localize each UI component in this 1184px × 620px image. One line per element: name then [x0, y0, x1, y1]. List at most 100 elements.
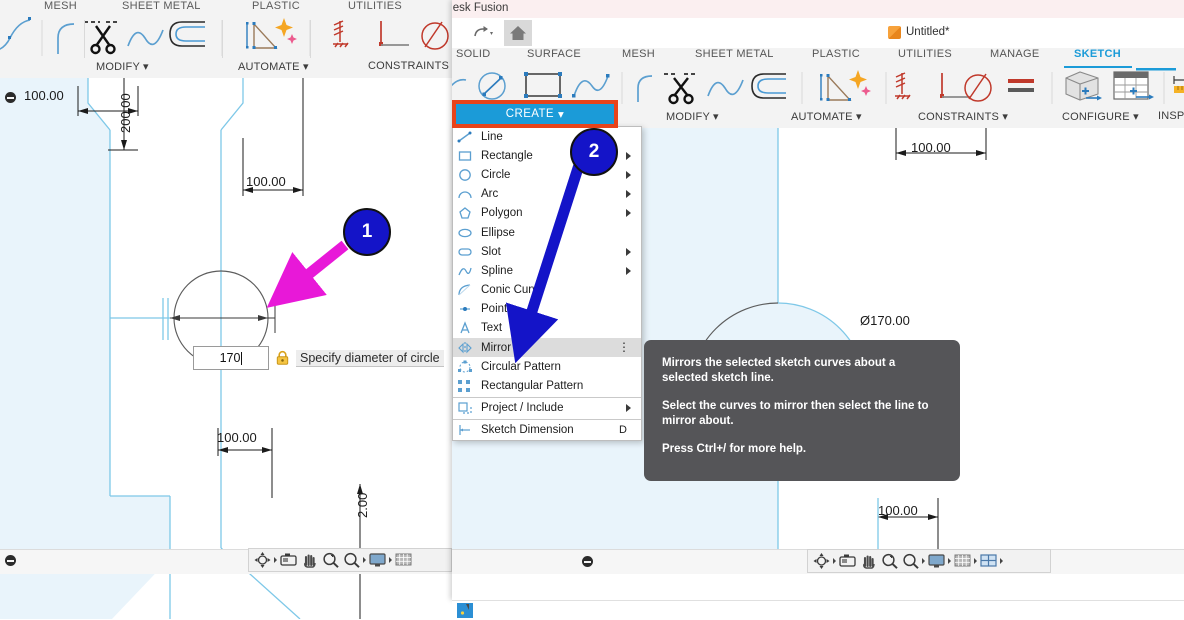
submenu-arrow-icon	[626, 151, 631, 160]
overflow-menu-icon[interactable]: ⋮	[618, 341, 630, 353]
display-settings-icon[interactable]	[368, 551, 387, 569]
panel-modify[interactable]: MODIFY ▾	[666, 110, 719, 123]
panel-constraints[interactable]: CONSTRAINTS ▾	[918, 110, 1008, 123]
orbit-dropdown-icon[interactable]	[274, 557, 277, 563]
quick-access-toolbar[interactable]: Untitled*	[452, 18, 1184, 49]
viewports-dropdown-icon[interactable]	[1000, 558, 1003, 564]
display-dropdown-icon[interactable]	[948, 558, 951, 564]
arc-icon	[457, 187, 473, 201]
dimension-hint-text: Specify diameter of circle	[296, 349, 444, 367]
zoom-window-icon[interactable]	[321, 551, 340, 569]
menu-item-label: Point	[481, 303, 508, 316]
menu-item-rectangular-pattern[interactable]: Rectangular Pattern	[453, 376, 641, 395]
chevron-down-icon: ▾	[143, 61, 149, 73]
dimension-label: 100.00	[878, 503, 918, 518]
orbit-icon[interactable]	[812, 552, 831, 570]
menu-item-arc[interactable]: Arc	[453, 185, 641, 204]
window-title: odesk Fusion	[452, 2, 509, 14]
rectangle-icon	[457, 149, 473, 163]
viewports-icon[interactable]	[979, 552, 998, 570]
camera-icon[interactable]	[838, 552, 857, 570]
panel-automate[interactable]: AUTOMATE ▾	[791, 110, 862, 123]
tab-manage[interactable]: MANAGE	[990, 48, 1039, 68]
background-fusion-window[interactable]: MESH SHEET METAL PLASTIC UTILITIES MODIF…	[0, 0, 452, 619]
pan-icon[interactable]	[859, 552, 878, 570]
tab-surface[interactable]: SURFACE	[527, 48, 581, 68]
menu-item-label: Text	[481, 322, 503, 335]
back-tab-plastic[interactable]: PLASTIC	[252, 0, 300, 12]
zoom-dropdown-icon[interactable]	[363, 557, 366, 563]
tooltip-line-1: Mirrors the selected sketch curves about…	[662, 357, 896, 384]
tab-sketch[interactable]: SKETCH	[1074, 48, 1121, 68]
chevron-down-icon: ▾	[558, 109, 565, 121]
project-include-icon	[457, 401, 473, 415]
grid-dropdown-icon[interactable]	[974, 558, 977, 564]
submenu-arrow-icon	[626, 247, 631, 256]
status-indicator-icon	[582, 556, 593, 567]
zoom-dropdown-icon[interactable]	[922, 558, 925, 564]
menu-item-label: Ellipse	[481, 226, 515, 239]
grid-snap-icon[interactable]	[953, 552, 972, 570]
menu-item-polygon[interactable]: Polygon	[453, 204, 641, 223]
tab-sheet-metal[interactable]: SHEET METAL	[695, 48, 774, 68]
create-button[interactable]: CREATE ▾	[456, 104, 614, 124]
back-dimension-label: 200.00	[118, 93, 133, 133]
home-icon[interactable]	[504, 20, 532, 46]
menu-item-circle[interactable]: Circle	[453, 165, 641, 184]
orbit-dropdown-icon[interactable]	[833, 558, 836, 564]
zoom-window-icon[interactable]	[880, 552, 899, 570]
line-icon	[457, 130, 473, 144]
taskbar[interactable]	[452, 600, 1184, 620]
dimension-input-group[interactable]: 170 Specify diameter of circle	[193, 346, 444, 370]
menu-item-text[interactable]: Text	[453, 319, 641, 338]
grid-snap-icon[interactable]	[394, 551, 413, 569]
menu-item-slot[interactable]: Slot	[453, 242, 641, 261]
annotation-badge-1: 1	[343, 208, 391, 256]
tab-solid[interactable]: SOLID	[456, 48, 491, 68]
create-dropdown-menu[interactable]: Line Rectangle Circle Arc Polygon Ellips…	[452, 126, 642, 441]
document-name: Untitled*	[906, 26, 950, 38]
tab-mesh[interactable]: MESH	[622, 48, 655, 68]
back-panel-modify[interactable]: MODIFY ▾	[96, 60, 149, 73]
lock-icon[interactable]	[276, 350, 289, 365]
tab-utilities[interactable]: UTILITIES	[898, 48, 952, 68]
taskbar-app-icon[interactable]	[457, 603, 473, 618]
redo-icon[interactable]	[468, 20, 496, 46]
back-panel-automate[interactable]: AUTOMATE ▾	[238, 60, 309, 73]
menu-item-ellipse[interactable]: Ellipse	[453, 223, 641, 242]
menu-item-label: Rectangular Pattern	[481, 380, 584, 393]
tooltip-line-3: Press Ctrl+/ for more help.	[662, 443, 807, 455]
menu-item-point[interactable]: Point	[453, 300, 641, 319]
display-settings-icon[interactable]	[927, 552, 946, 570]
menu-item-sketch-dimension[interactable]: Sketch Dimension D	[453, 421, 641, 440]
menu-item-label: Line	[481, 130, 503, 143]
submenu-arrow-icon	[626, 190, 631, 199]
dimension-label: 100.00	[911, 140, 951, 155]
panel-configure[interactable]: CONFIGURE ▾	[1062, 110, 1139, 123]
menu-item-project-include[interactable]: Project / Include	[453, 399, 641, 418]
tooltip-line-2: Select the curves to mirror then select …	[662, 400, 929, 427]
menu-item-circular-pattern[interactable]: Circular Pattern	[453, 357, 641, 376]
document-tab[interactable]: Untitled*	[888, 21, 949, 43]
display-dropdown-icon[interactable]	[389, 557, 392, 563]
ribbon-tabs[interactable]: SOLID SURFACE MESH SHEET METAL PLASTIC U…	[452, 48, 1184, 68]
menu-item-label: Project / Include	[481, 402, 564, 415]
back-tab-utilities[interactable]: UTILITIES	[348, 0, 402, 12]
zoom-fit-icon[interactable]	[901, 552, 920, 570]
diameter-input[interactable]: 170	[193, 346, 269, 370]
back-tab-mesh[interactable]: MESH	[44, 0, 77, 12]
back-navigation-toolbar[interactable]	[248, 548, 452, 572]
camera-icon[interactable]	[279, 551, 298, 569]
back-panel-constraints[interactable]: CONSTRAINTS	[368, 60, 449, 72]
panel-inspect[interactable]: INSP	[1158, 110, 1184, 122]
zoom-fit-icon[interactable]	[342, 551, 361, 569]
pan-icon[interactable]	[300, 551, 319, 569]
orbit-icon[interactable]	[253, 551, 272, 569]
tab-plastic[interactable]: PLASTIC	[812, 48, 860, 68]
back-tab-sheet-metal[interactable]: SHEET METAL	[122, 0, 201, 12]
window-titlebar[interactable]: odesk Fusion	[452, 0, 1184, 19]
menu-item-spline[interactable]: Spline	[453, 261, 641, 280]
navigation-toolbar[interactable]	[807, 549, 1051, 573]
menu-item-conic-curve[interactable]: Conic Curve	[453, 281, 641, 300]
menu-item-mirror[interactable]: Mirror ⋮	[453, 338, 641, 358]
